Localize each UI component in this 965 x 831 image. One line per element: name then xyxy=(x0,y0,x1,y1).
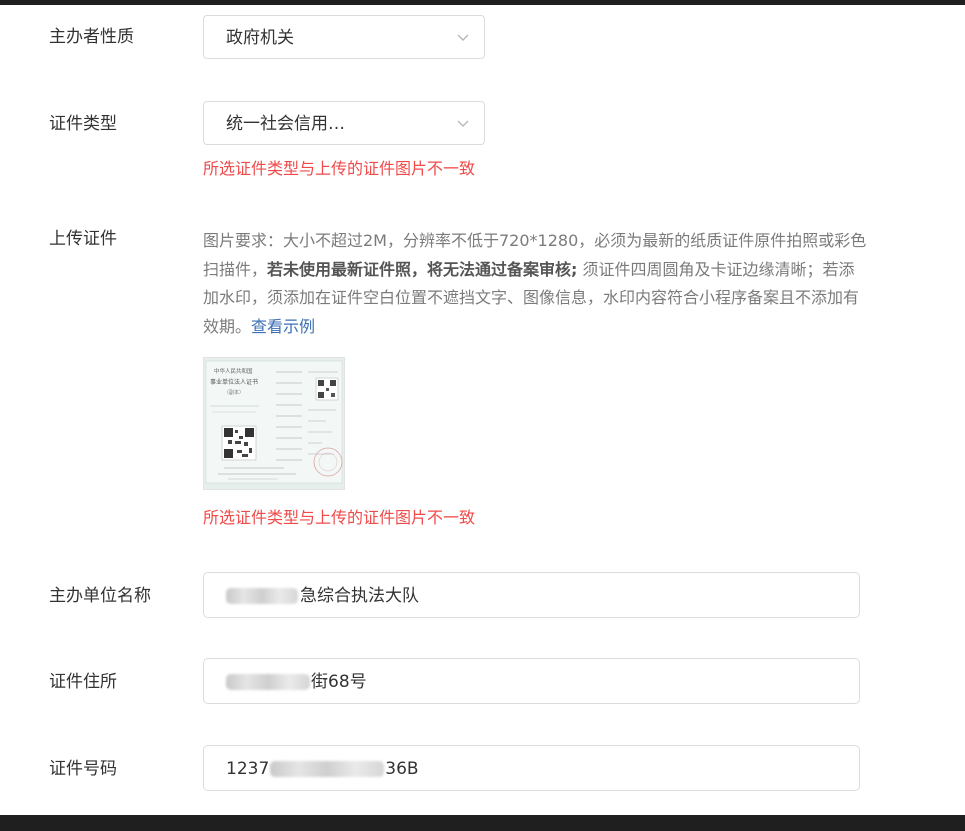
cert-header-line3: （副本） xyxy=(224,389,244,396)
redacted-blur xyxy=(226,588,298,604)
organizer-type-value: 政府机关 xyxy=(226,28,294,48)
cert-address-input[interactable]: 街68号 xyxy=(203,658,860,704)
org-name-input[interactable]: 急综合执法大队 xyxy=(203,572,860,618)
redacted-blur xyxy=(270,761,385,777)
uploaded-cert-thumbnail[interactable]: 中华人民共和国 事业单位法人证书 （副本） xyxy=(203,357,345,490)
chevron-down-icon xyxy=(457,34,469,41)
cert-address-visible-text: 街68号 xyxy=(311,672,367,692)
cert-type-error: 所选证件类型与上传的证件图片不一致 xyxy=(203,159,476,178)
bottom-edge-bar xyxy=(0,815,965,831)
upload-cert-label: 上传证件 xyxy=(49,229,117,249)
organizer-type-label: 主办者性质 xyxy=(49,27,134,47)
cert-image: 中华人民共和国 事业单位法人证书 （副本） xyxy=(204,358,344,489)
cert-address-label: 证件住所 xyxy=(49,672,117,692)
organizer-type-select[interactable]: 政府机关 xyxy=(203,15,485,59)
requirements-bold-warning: 若未使用最新证件照，将无法通过备案审核; xyxy=(267,259,578,279)
chevron-down-icon xyxy=(457,120,469,127)
cert-number-input[interactable]: 1237 36B xyxy=(203,745,860,791)
org-name-value: 急综合执法大队 xyxy=(226,585,419,607)
cert-number-prefix: 1237 xyxy=(226,759,270,779)
cert-number-label: 证件号码 xyxy=(49,759,117,779)
upload-cert-error: 所选证件类型与上传的证件图片不一致 xyxy=(203,508,476,527)
cert-type-label: 证件类型 xyxy=(49,114,117,134)
top-edge-bar xyxy=(0,0,965,5)
cert-header-line1: 中华人民共和国 xyxy=(214,367,253,375)
cert-type-value: 统一社会信用… xyxy=(226,114,345,134)
org-name-visible-text: 急综合执法大队 xyxy=(300,586,419,606)
view-example-link[interactable]: 查看示例 xyxy=(251,317,315,336)
cert-number-value: 1237 36B xyxy=(226,758,419,780)
cert-type-select[interactable]: 统一社会信用… xyxy=(203,101,485,145)
redacted-blur xyxy=(226,674,310,690)
cert-header-line2: 事业单位法人证书 xyxy=(210,378,258,386)
org-name-label: 主办单位名称 xyxy=(49,586,151,606)
cert-number-suffix: 36B xyxy=(385,759,419,779)
cert-address-value: 街68号 xyxy=(226,671,367,693)
upload-requirements-text: 图片要求：大小不超过2M，分辨率不低于720*1280，必须为最新的纸质证件原件… xyxy=(203,227,868,341)
